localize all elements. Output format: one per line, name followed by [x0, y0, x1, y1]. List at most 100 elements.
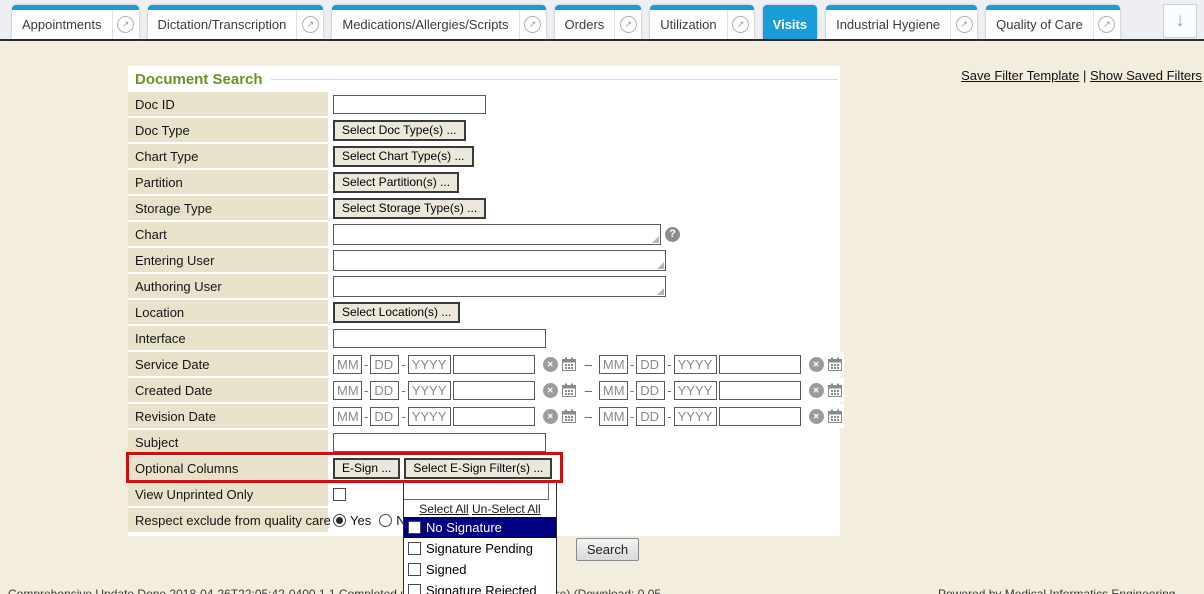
service-date-from-month-input[interactable] [333, 355, 362, 374]
open-in-popup-button[interactable]: ↗ [1093, 10, 1120, 39]
revision-date-from-year-input[interactable] [408, 407, 451, 426]
authoring-user-input[interactable] [333, 276, 666, 297]
select-storage-types-button[interactable]: Select Storage Type(s) ... [333, 198, 486, 219]
tab-orders[interactable]: Orders ↗ [555, 5, 642, 39]
option-checkbox[interactable] [408, 521, 421, 534]
calendar-icon[interactable] [562, 409, 576, 423]
option-checkbox[interactable] [408, 584, 421, 594]
created-date-from-day-input[interactable] [370, 381, 399, 400]
tab-medications-allergies-scripts[interactable]: Medications/Allergies/Scripts ↗ [332, 5, 545, 39]
range-dash: – [585, 383, 592, 398]
tab-label[interactable]: Utilization [650, 10, 726, 39]
revision-date-to-day-input[interactable] [636, 407, 665, 426]
range-dash: – [585, 409, 592, 424]
select-locations-button[interactable]: Select Location(s) ... [333, 302, 460, 323]
tab-utilization[interactable]: Utilization ↗ [650, 5, 753, 39]
open-in-popup-button[interactable]: ↗ [614, 10, 641, 39]
clear-date-icon[interactable]: ✕ [809, 409, 824, 424]
tab-industrial-hygiene[interactable]: Industrial Hygiene ↗ [826, 5, 977, 39]
open-in-popup-button[interactable]: ↗ [112, 10, 139, 39]
service-date-from-input[interactable] [453, 355, 535, 374]
select-all-link[interactable]: Select All [419, 502, 468, 516]
doc-id-input[interactable] [333, 95, 486, 114]
select-doc-types-button[interactable]: Select Doc Type(s) ... [333, 120, 466, 141]
tab-quality-of-care[interactable]: Quality of Care ↗ [986, 5, 1120, 39]
respect-exclude-no-radio[interactable] [379, 514, 392, 527]
show-saved-filters-link[interactable]: Show Saved Filters [1090, 68, 1202, 83]
service-date-from-year-input[interactable] [408, 355, 451, 374]
calendar-icon[interactable] [828, 409, 842, 423]
created-date-to-day-input[interactable] [636, 381, 665, 400]
created-date-to-month-input[interactable] [599, 381, 628, 400]
search-button[interactable]: Search [576, 538, 639, 561]
form-row-service-date: Service Date -- ✕ – -- ✕ [128, 352, 840, 376]
clear-date-icon[interactable]: ✕ [809, 357, 824, 372]
open-in-popup-button[interactable]: ↗ [519, 10, 546, 39]
entering-user-input[interactable] [333, 250, 666, 271]
select-esign-filters-button[interactable]: Select E-Sign Filter(s) ... [404, 458, 552, 479]
footer-status-text: Comprehensive Update Done 2018-04-26T22:… [8, 587, 437, 594]
revision-date-from-input[interactable] [453, 407, 535, 426]
revision-date-from-month-input[interactable] [333, 407, 362, 426]
option-checkbox[interactable] [408, 542, 421, 555]
created-date-from-year-input[interactable] [408, 381, 451, 400]
service-date-to-month-input[interactable] [599, 355, 628, 374]
tab-visits-active[interactable]: Visits [763, 5, 817, 39]
service-date-from-day-input[interactable] [370, 355, 399, 374]
clear-date-icon[interactable]: ✕ [809, 383, 824, 398]
tab-label[interactable]: Medications/Allergies/Scripts [332, 10, 518, 39]
calendar-icon[interactable] [828, 357, 842, 371]
date-separator: - [667, 357, 671, 372]
subject-input[interactable] [333, 433, 546, 452]
dropdown-option-signed[interactable]: Signed [404, 559, 556, 580]
field-label: Subject [128, 430, 328, 454]
clear-date-icon[interactable]: ✕ [543, 357, 558, 372]
created-date-from-month-input[interactable] [333, 381, 362, 400]
option-checkbox[interactable] [408, 563, 421, 576]
revision-date-from-day-input[interactable] [370, 407, 399, 426]
open-in-popup-button[interactable]: ↗ [296, 10, 323, 39]
save-filter-template-link[interactable]: Save Filter Template [961, 68, 1079, 83]
dropdown-option-signature-pending[interactable]: Signature Pending [404, 538, 556, 559]
tab-scroll-down-button[interactable]: ↓ [1163, 4, 1197, 38]
created-date-from-input[interactable] [453, 381, 535, 400]
select-partitions-button[interactable]: Select Partition(s) ... [333, 172, 459, 193]
tab-label[interactable]: Industrial Hygiene [826, 10, 950, 39]
help-icon[interactable]: ? [665, 227, 680, 242]
open-in-popup-button[interactable]: ↗ [950, 10, 977, 39]
interface-input[interactable] [333, 329, 546, 348]
select-chart-types-button[interactable]: Select Chart Type(s) ... [333, 146, 474, 167]
dropdown-option-no-signature[interactable]: No Signature [404, 517, 556, 538]
date-separator: - [667, 383, 671, 398]
clear-date-icon[interactable]: ✕ [543, 409, 558, 424]
tab-label[interactable]: Orders [555, 10, 615, 39]
chart-input[interactable] [333, 224, 661, 245]
revision-date-to-month-input[interactable] [599, 407, 628, 426]
tab-label[interactable]: Dictation/Transcription [148, 10, 297, 39]
revision-date-to-input[interactable] [719, 407, 801, 426]
view-unprinted-only-checkbox[interactable] [333, 488, 346, 501]
respect-exclude-yes-radio[interactable] [333, 514, 346, 527]
field-label: Optional Columns [128, 456, 328, 480]
esign-column-button[interactable]: E-Sign ... [333, 458, 400, 479]
service-date-to-day-input[interactable] [636, 355, 665, 374]
calendar-icon[interactable] [828, 383, 842, 397]
tab-label[interactable]: Visits [763, 10, 817, 39]
created-date-to-input[interactable] [719, 381, 801, 400]
calendar-icon[interactable] [562, 357, 576, 371]
service-date-to-year-input[interactable] [674, 355, 717, 374]
created-date-to-year-input[interactable] [674, 381, 717, 400]
clear-date-icon[interactable]: ✕ [543, 383, 558, 398]
esign-filter-search-input[interactable] [404, 481, 549, 500]
unselect-all-link[interactable]: Un-Select All [472, 502, 541, 516]
tab-label[interactable]: Quality of Care [986, 10, 1093, 39]
tab-appointments[interactable]: Appointments ↗ [12, 5, 139, 39]
service-date-to-input[interactable] [719, 355, 801, 374]
calendar-icon[interactable] [562, 383, 576, 397]
open-in-popup-button[interactable]: ↗ [727, 10, 754, 39]
tab-label[interactable]: Appointments [12, 10, 112, 39]
field-label: Location [128, 300, 328, 324]
revision-date-to-year-input[interactable] [674, 407, 717, 426]
dropdown-option-signature-rejected[interactable]: Signature Rejected [404, 580, 556, 594]
tab-dictation-transcription[interactable]: Dictation/Transcription ↗ [148, 5, 324, 39]
